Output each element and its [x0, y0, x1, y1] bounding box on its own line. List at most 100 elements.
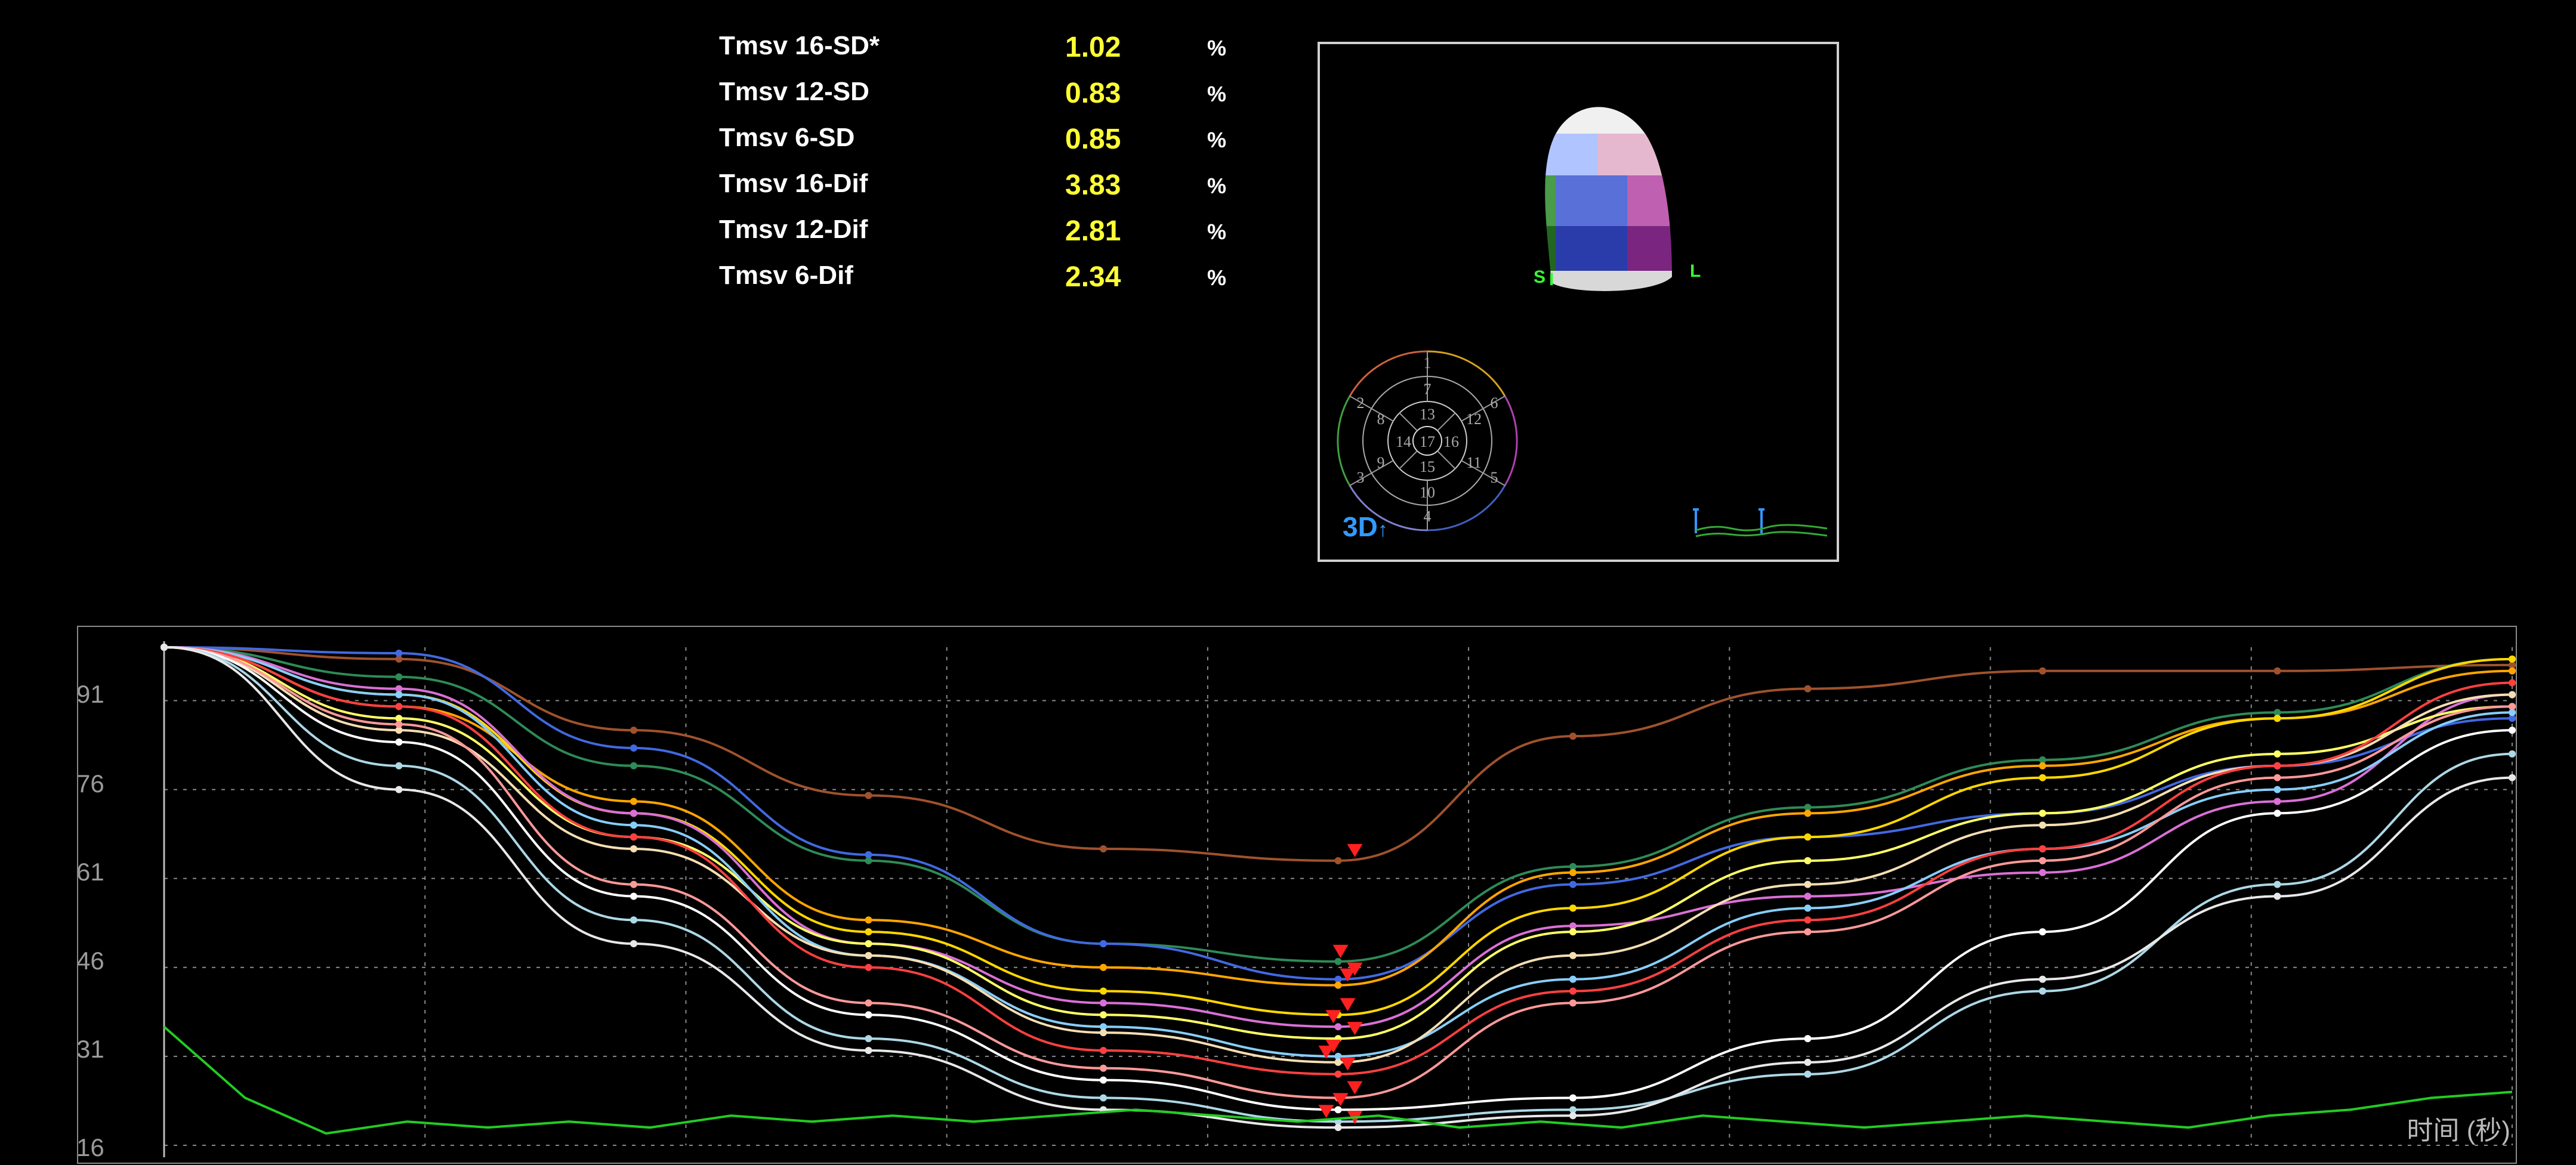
curve-point	[1569, 1094, 1577, 1102]
segment-label: 3	[1357, 469, 1365, 486]
segment-label: 1	[1424, 354, 1432, 372]
curve-point	[1804, 833, 1812, 841]
strain-curve	[163, 646, 2513, 987]
plot-frame	[77, 626, 2517, 1164]
curve-point	[1334, 957, 1342, 965]
stat-value: 1.02	[1065, 32, 1121, 63]
curve-point	[630, 833, 637, 841]
curve-point	[2509, 774, 2516, 781]
stat-unit: %	[1207, 220, 1227, 244]
stat-unit: %	[1207, 265, 1227, 290]
curve-point	[1100, 1076, 1107, 1084]
curve-point	[395, 762, 403, 770]
curve-point	[2273, 750, 2281, 758]
curve-point	[1804, 1070, 1812, 1078]
curve-point	[1100, 940, 1107, 948]
segment-label: 16	[1443, 433, 1459, 450]
stat-value: 0.83	[1065, 78, 1121, 109]
view-mode-label: 3D	[1343, 511, 1378, 542]
curve-point	[865, 999, 872, 1007]
heart-3d-panel[interactable]: S I L 1 2 3 4 5 6 7 8 9 10 11 12 13 14 1…	[1318, 42, 1839, 562]
curve-point	[1100, 1029, 1107, 1037]
curve-point	[161, 644, 168, 651]
curve-point	[1100, 963, 1107, 971]
curve-point	[630, 845, 637, 852]
segment-label: 11	[1466, 454, 1481, 471]
curve-point	[1569, 1112, 1577, 1120]
segment-label: 12	[1466, 410, 1482, 428]
curve-point	[395, 738, 403, 746]
curve-point	[865, 928, 872, 936]
curve-point	[1334, 981, 1342, 989]
curve-point	[1804, 1058, 1812, 1066]
curve-point	[2273, 786, 2281, 793]
curve-point	[1100, 1011, 1107, 1019]
curve-point	[395, 691, 403, 699]
curve-point	[1100, 1046, 1107, 1054]
heart-model-icon	[1545, 107, 1672, 291]
stat-label: Tmsv 6-SD	[719, 123, 855, 152]
curve-point	[865, 792, 872, 799]
bullseye-plot[interactable]: 1 2 3 4 5 6 7 8 9 10 11 12 13 14 15 16 1…	[1337, 350, 1518, 531]
curve-point	[630, 809, 637, 817]
curve-point	[2039, 809, 2046, 817]
curve-point	[630, 892, 637, 900]
curve-point	[1804, 892, 1812, 900]
strain-curve	[163, 646, 2513, 1123]
strain-curve	[163, 646, 2513, 1064]
curve-point	[630, 727, 637, 734]
stat-value: 2.81	[1065, 215, 1121, 247]
segment-label: 13	[1420, 406, 1435, 423]
segment-label: 10	[1420, 484, 1435, 501]
curve-point	[630, 916, 637, 924]
segment-label: 4	[1424, 508, 1432, 525]
view-mode-3d-toggle[interactable]: 3D↑	[1343, 511, 1388, 543]
curve-point	[1100, 999, 1107, 1007]
curve-point	[2509, 691, 2516, 699]
curve-point	[865, 940, 872, 948]
segment-label: 17	[1420, 433, 1435, 450]
curve-point	[1334, 857, 1342, 864]
peak-marker-icon	[1347, 843, 1363, 857]
strain-curve-graph[interactable]: 91 76 61 46 31 16 时间 (秒)	[0, 620, 2576, 1165]
curve-point	[2509, 679, 2516, 687]
segment-label: 9	[1377, 454, 1385, 471]
stat-unit: %	[1207, 36, 1227, 60]
curve-point	[2509, 667, 2516, 675]
stat-unit: %	[1207, 82, 1227, 106]
mini-ecg-widget[interactable]	[1693, 508, 1828, 537]
curve-point	[1100, 845, 1107, 852]
segment-label: 2	[1357, 394, 1365, 412]
curve-point	[395, 721, 403, 728]
stat-unit: %	[1207, 174, 1227, 198]
curve-point	[1100, 987, 1107, 995]
peak-marker-icon	[1318, 1105, 1334, 1118]
curve-point	[2039, 975, 2046, 983]
curve-point	[2039, 845, 2046, 852]
curve-point	[865, 963, 872, 971]
orientation-s-label: S	[1534, 267, 1545, 287]
peak-marker-icon	[1347, 1022, 1363, 1036]
curve-point	[395, 673, 403, 681]
segment-label: 6	[1491, 394, 1498, 412]
curve-point	[395, 649, 403, 657]
segment-label: 8	[1377, 410, 1385, 428]
heart-3d-view[interactable]: S I L 1 2 3 4 5 6 7 8 9 10 11 12 13 14 1…	[1320, 44, 1837, 560]
curve-point	[2273, 798, 2281, 805]
curve-point	[2509, 655, 2516, 663]
curve-point	[2039, 928, 2046, 936]
curve-point	[2039, 762, 2046, 770]
stat-label: Tmsv 6-Dif	[719, 261, 853, 290]
orientation-i-label: I	[1549, 270, 1554, 289]
peak-marker-icon	[1332, 944, 1349, 958]
curve-point	[2039, 857, 2046, 864]
curve-point	[2039, 667, 2046, 675]
curve-point	[2509, 703, 2516, 710]
curve-point	[865, 1046, 872, 1054]
stat-label: Tmsv 12-SD	[719, 77, 869, 106]
curve-point	[2273, 762, 2281, 770]
curve-point	[1569, 869, 1577, 876]
segment-label: 5	[1491, 469, 1498, 486]
curve-point	[2273, 667, 2281, 675]
strain-curves-plot[interactable]	[0, 620, 2576, 1165]
